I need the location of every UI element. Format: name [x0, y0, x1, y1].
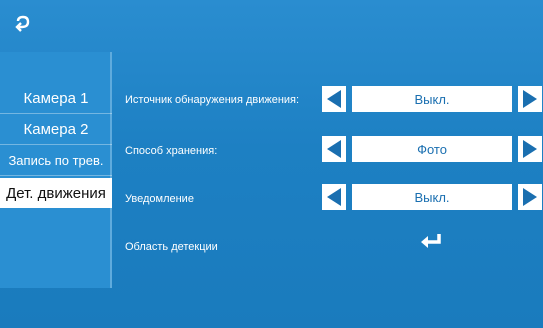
tab-label: Камера 2 — [23, 121, 89, 138]
triangle-left-icon — [327, 90, 341, 108]
motion-source-selector: Выкл. — [322, 86, 542, 112]
tab-label: Камера 1 — [23, 90, 89, 107]
triangle-left-icon — [327, 140, 341, 158]
sidebar: Камера 1 Камера 2 Запись по трев. Дет. д… — [0, 52, 112, 288]
notification-value: Выкл. — [352, 184, 512, 210]
notification-label: Уведомление — [125, 193, 194, 205]
tab-motion-detection[interactable]: Дет. движения — [0, 178, 112, 208]
tab-camera-2[interactable]: Камера 2 — [0, 115, 112, 145]
triangle-right-icon — [523, 140, 537, 158]
back-arrow-icon — [15, 15, 30, 32]
tab-camera-1[interactable]: Камера 1 — [0, 84, 112, 114]
motion-source-prev-button[interactable] — [322, 86, 346, 112]
storage-method-label: Способ хранения: — [125, 145, 218, 157]
triangle-right-icon — [523, 188, 537, 206]
motion-source-label: Источник обнаружения движения: — [125, 94, 300, 106]
notification-next-button[interactable] — [518, 184, 542, 210]
back-button[interactable] — [12, 14, 34, 36]
storage-method-value: Фото — [352, 136, 512, 162]
storage-method-selector: Фото — [322, 136, 542, 162]
enter-arrow-icon — [421, 234, 441, 248]
tab-label: Дет. движения — [6, 184, 106, 202]
motion-source-value: Выкл. — [352, 86, 512, 112]
notification-prev-button[interactable] — [322, 184, 346, 210]
detection-area-enter-button[interactable] — [418, 233, 444, 251]
triangle-right-icon — [523, 90, 537, 108]
tab-alarm-recording[interactable]: Запись по трев. — [0, 146, 112, 176]
motion-source-next-button[interactable] — [518, 86, 542, 112]
settings-screen: Камера 1 Камера 2 Запись по трев. Дет. д… — [0, 0, 543, 328]
triangle-left-icon — [327, 188, 341, 206]
storage-method-prev-button[interactable] — [322, 136, 346, 162]
storage-method-next-button[interactable] — [518, 136, 542, 162]
detection-area-label: Область детекции — [125, 241, 218, 253]
tab-label: Запись по трев. — [8, 153, 104, 168]
notification-selector: Выкл. — [322, 184, 542, 210]
